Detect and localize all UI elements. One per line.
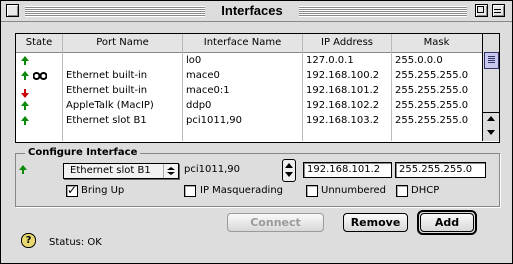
status-text: Status: OK	[49, 237, 102, 248]
arrow-up-icon	[487, 116, 495, 121]
cell-port: Ethernet built-in	[66, 70, 148, 81]
bring-up-label: Bring Up	[81, 185, 125, 196]
zoom-box[interactable]	[475, 4, 488, 17]
ip-address-field[interactable]: 192.168.101.2	[303, 162, 392, 178]
collapse-box[interactable]	[492, 4, 505, 17]
configure-interface-label: Configure Interface	[25, 147, 141, 158]
table-row[interactable]: AppleTalk (MacIP) ddp0 192.168.102.2 255…	[16, 98, 482, 114]
arrow-down-icon	[487, 130, 495, 135]
cell-mask: 255.255.255.0	[395, 100, 469, 111]
cell-iface: pci1011,90	[186, 115, 242, 126]
scroll-thumb[interactable]	[484, 52, 499, 69]
state-up-icon	[21, 71, 29, 80]
interfaces-table: State Port Name Interface Name IP Addres…	[15, 33, 500, 143]
cell-ip: 192.168.103.2	[306, 115, 380, 126]
cell-port: AppleTalk (MacIP)	[66, 100, 154, 111]
scroll-down-button[interactable]	[483, 126, 499, 140]
ip-masquerading-checkbox[interactable]	[184, 185, 196, 197]
column-header-port-name[interactable]: Port Name	[63, 34, 183, 52]
cell-mask: 255.255.255.0	[395, 115, 469, 126]
interfaces-window: Interfaces State Port Name Interface Nam…	[0, 0, 513, 264]
cell-port: Ethernet built-in	[66, 85, 148, 96]
column-header-state[interactable]: State	[16, 34, 63, 52]
scroll-up-button[interactable]	[483, 112, 499, 127]
state-up-icon	[21, 116, 29, 125]
column-header-ip-address[interactable]: IP Address	[303, 34, 392, 52]
state-up-icon	[21, 101, 29, 110]
state-up-icon[interactable]	[19, 165, 27, 174]
help-icon[interactable]: ?	[21, 233, 36, 248]
dhcp-label: DHCP	[411, 185, 440, 196]
mask-field[interactable]: 255.255.255.0	[395, 162, 486, 178]
title-stripes	[25, 6, 205, 17]
table-row[interactable]: Ethernet built-in mace0:1 192.168.101.2 …	[16, 83, 482, 99]
unnumbered-label: Unnumbered	[321, 185, 386, 196]
remove-button[interactable]: Remove	[343, 213, 408, 232]
cell-mask: 255.255.255.0	[395, 70, 469, 81]
title-bar[interactable]: Interfaces	[1, 1, 512, 22]
cell-iface: ddp0	[186, 100, 212, 111]
cell-ip: 127.0.0.1	[306, 55, 354, 66]
cell-mask: 255.0.0.0	[395, 55, 443, 66]
table-header: State Port Name Interface Name IP Addres…	[16, 34, 482, 53]
state-up-icon	[21, 56, 29, 65]
column-header-interface-name[interactable]: Interface Name	[183, 34, 303, 52]
port-popup-value: Ethernet slot B1	[70, 165, 151, 176]
vertical-scrollbar[interactable]	[482, 34, 499, 141]
interface-stepper[interactable]	[282, 159, 296, 182]
cell-mask: 255.255.255.0	[395, 85, 469, 96]
cell-ip: 192.168.102.2	[306, 100, 380, 111]
cell-iface: mace0:1	[186, 85, 230, 96]
title-stripes	[299, 6, 467, 17]
cell-port: Ethernet slot B1	[66, 115, 147, 126]
unnumbered-checkbox[interactable]	[306, 185, 318, 197]
table-row[interactable]: Ethernet built-in mace0 192.168.100.2 25…	[16, 68, 482, 84]
connect-button[interactable]: Connect	[227, 213, 324, 232]
port-popup-menu[interactable]: Ethernet slot B1	[63, 163, 179, 179]
window-title: Interfaces	[205, 3, 299, 19]
close-box[interactable]	[6, 4, 19, 17]
cell-iface: lo0	[186, 55, 202, 66]
cell-iface: mace0	[186, 70, 220, 81]
interface-name-label: pci1011,90	[184, 164, 240, 175]
ip-masquerading-label: IP Masquerading	[200, 185, 284, 196]
table-row[interactable]: lo0 127.0.0.1 255.0.0.0	[16, 53, 482, 69]
popup-arrows-icon	[163, 164, 178, 178]
cell-ip: 192.168.100.2	[306, 70, 380, 81]
column-header-mask[interactable]: Mask	[392, 34, 481, 52]
add-button[interactable]: Add	[417, 210, 477, 235]
link-icon	[33, 72, 47, 80]
bring-up-checkbox[interactable]	[66, 183, 78, 197]
stepper-up-icon[interactable]	[285, 163, 293, 168]
cell-ip: 192.168.101.2	[306, 85, 380, 96]
stepper-down-icon[interactable]	[285, 172, 293, 177]
dhcp-checkbox[interactable]	[396, 185, 408, 197]
table-row[interactable]: Ethernet slot B1 pci1011,90 192.168.103.…	[16, 113, 482, 129]
